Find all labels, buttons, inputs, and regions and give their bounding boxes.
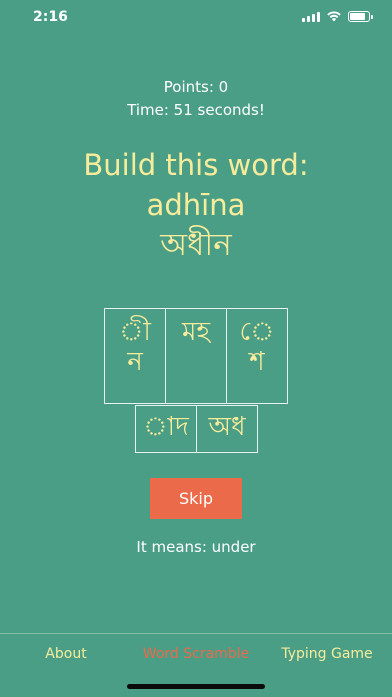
tab-typing-game[interactable]: Typing Game — [262, 646, 392, 662]
tab-about[interactable]: About — [0, 646, 132, 662]
skip-button[interactable]: Skip — [150, 478, 242, 519]
letter-tile[interactable]: াদ — [135, 405, 197, 453]
letter-tile[interactable]: অধ — [196, 405, 258, 453]
letter-tiles: ী ন মহ ে শ াদ অধ — [0, 0, 392, 460]
tab-word-scramble[interactable]: Word Scramble — [132, 646, 260, 662]
home-indicator — [127, 684, 265, 689]
letter-tile[interactable]: মহ — [165, 308, 227, 404]
meaning-text: It means: under — [136, 538, 256, 556]
letter-tile[interactable]: ী ন — [104, 308, 166, 404]
letter-tile[interactable]: ে শ — [226, 308, 288, 404]
